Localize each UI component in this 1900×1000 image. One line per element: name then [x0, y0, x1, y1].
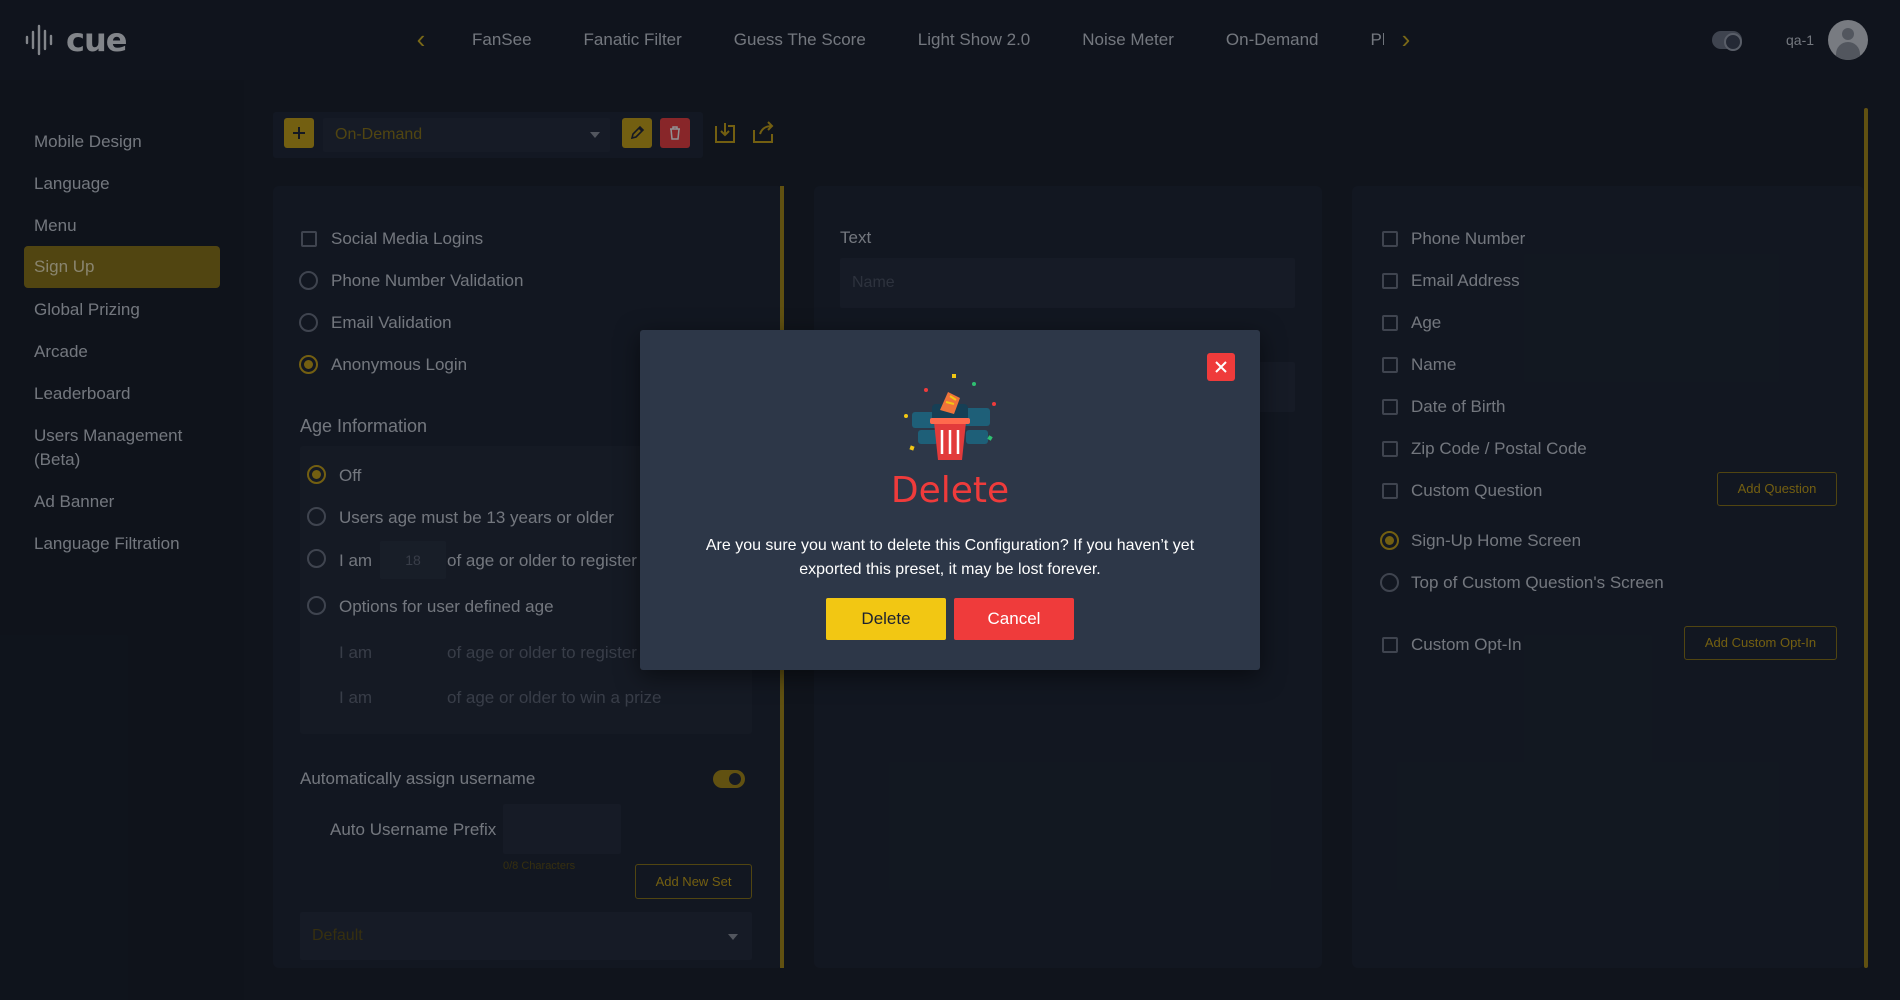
delete-confirmation-modal: Delete Are you sure you want to delete t…: [640, 330, 1260, 670]
trash-can-illustration-icon: [904, 374, 996, 460]
confirm-delete-button[interactable]: Delete: [826, 598, 946, 640]
close-icon: [1215, 361, 1227, 373]
cancel-button[interactable]: Cancel: [954, 598, 1074, 640]
close-button[interactable]: [1207, 353, 1235, 381]
modal-message: Are you sure you want to delete this Con…: [705, 537, 1195, 578]
modal-title: Delete: [890, 470, 1010, 511]
